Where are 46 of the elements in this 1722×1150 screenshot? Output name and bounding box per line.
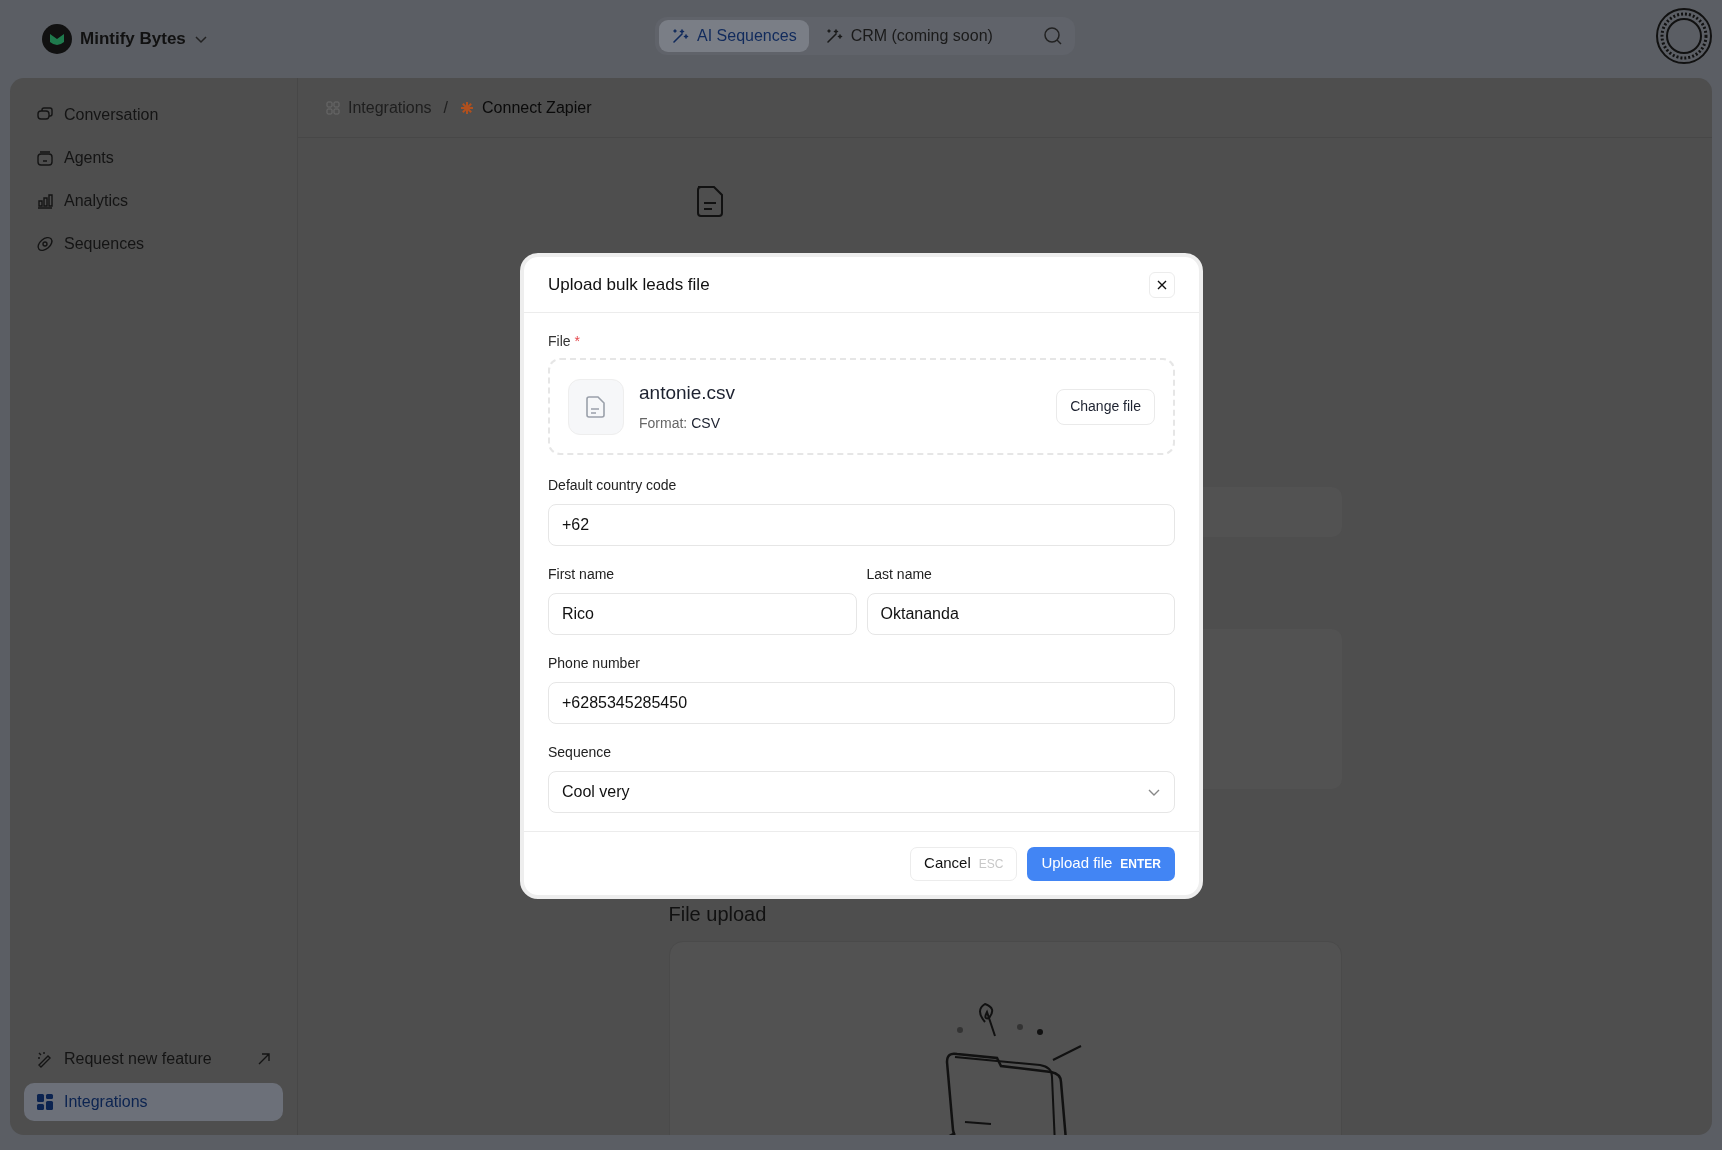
sparkle-wand-icon [824, 27, 843, 45]
text-field[interactable]: Oktananda [866, 593, 1175, 635]
format-value: CSV [691, 414, 721, 434]
text-field[interactable]: Rico [548, 593, 857, 635]
change-file-button[interactable]: Change file [1056, 388, 1155, 425]
format-label: Format: [639, 414, 688, 434]
field-label: Default country code [548, 476, 678, 495]
search-button[interactable] [1043, 26, 1063, 46]
sidebar-item[interactable]: Agents [24, 139, 283, 177]
close-button[interactable] [1149, 271, 1175, 298]
text-field[interactable]: +62 [548, 504, 1175, 546]
workspace-switcher[interactable]: Mintify Bytes [42, 24, 208, 54]
sequence-dropdown[interactable]: Cool very [548, 771, 1175, 813]
sidebar-item[interactable]: Analytics [24, 182, 283, 220]
section-title: File upload [668, 902, 768, 927]
orbit-icon [36, 235, 54, 253]
required-mark: * [574, 332, 580, 351]
field-label: File [548, 332, 571, 351]
sidebar-item[interactable]: Sequences [24, 225, 283, 263]
file-dropzone[interactable]: antonie.csv Format: CSV Change file [548, 358, 1175, 455]
file-name: antonie.csv [639, 380, 737, 405]
grid-icon [36, 1093, 54, 1111]
dialog-title: Upload bulk leads file [548, 273, 710, 296]
text-field[interactable]: +6285345285450 [548, 682, 1175, 724]
inbox-stack-icon [36, 149, 54, 167]
workspace-name: Mintify Bytes [80, 28, 186, 51]
field-label: Phone number [548, 654, 641, 673]
search-icon [1043, 26, 1063, 46]
nav-tab[interactable]: CRM (coming soon) [812, 20, 1005, 52]
close-icon [1157, 279, 1167, 290]
field-label: Sequence [548, 743, 613, 762]
bar-chart-icon [36, 192, 54, 210]
field-label: Last name [866, 565, 933, 584]
sidebar-item[interactable]: Integrations [24, 1083, 283, 1121]
document-icon [585, 394, 607, 419]
sidebar-item[interactable]: Conversation [24, 96, 283, 134]
upload-file-button[interactable]: Upload file ENTER [1027, 846, 1175, 881]
leaf-logo-icon [42, 24, 72, 54]
field-label: First name [548, 565, 616, 584]
sidebar-item[interactable]: Request new feature [24, 1040, 283, 1078]
breadcrumb-link[interactable]: Connect Zapier [460, 95, 592, 120]
breadcrumb-separator: / [443, 97, 449, 118]
sparkle-wand-icon [671, 27, 689, 45]
asterisk-icon [460, 100, 475, 115]
badge-stamp-icon [1655, 7, 1713, 65]
nav-tab[interactable]: AI Sequences [659, 20, 809, 52]
